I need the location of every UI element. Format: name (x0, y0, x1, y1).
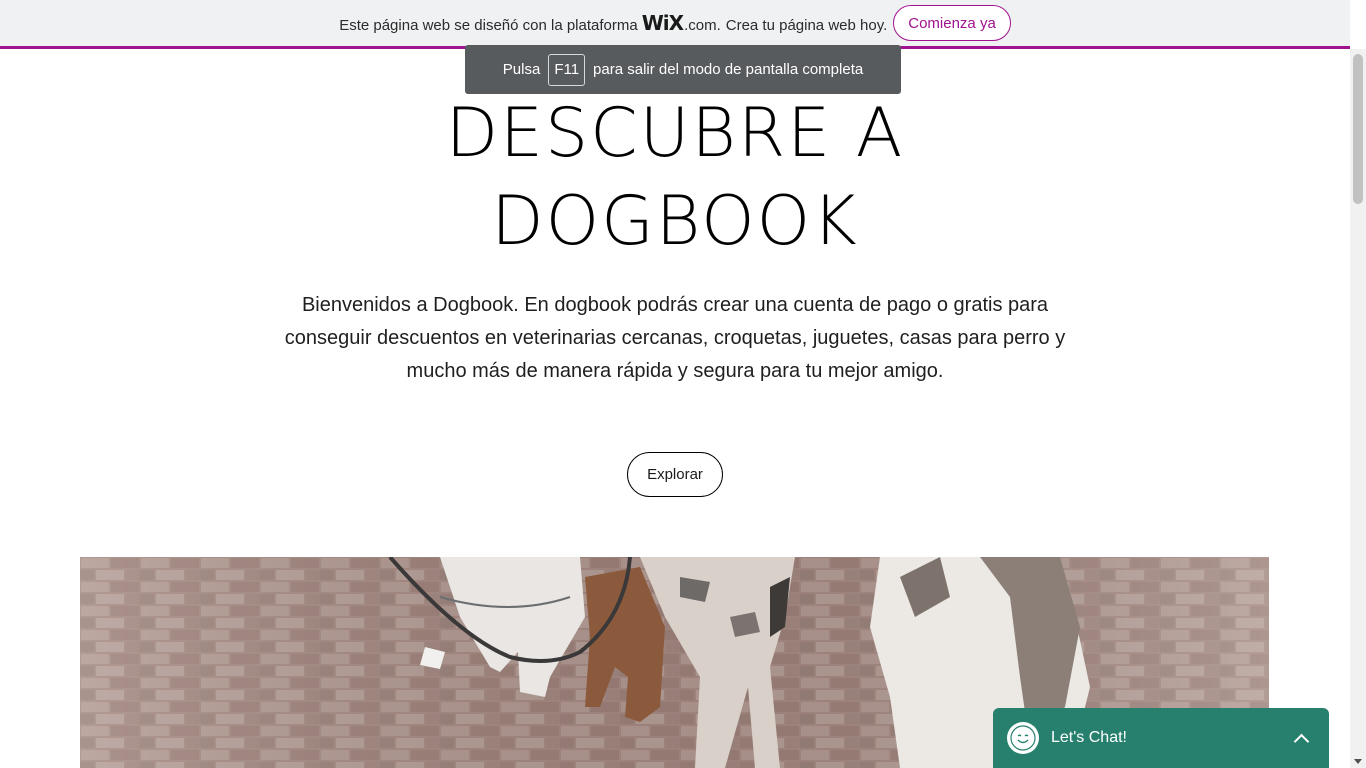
start-now-button[interactable]: Comienza ya (893, 5, 1011, 41)
chat-label: Let's Chat! (1051, 729, 1127, 746)
toast-suffix: para salir del modo de pantalla completa (593, 61, 864, 78)
wix-promo-message: Este página web se diseñó con la platafo… (339, 11, 887, 35)
smiley-icon (1007, 722, 1039, 754)
scrollbar-thumb[interactable] (1353, 54, 1363, 204)
wix-promo-banner: Este página web se diseñó con la platafo… (0, 0, 1350, 49)
hero-description: Bienvenidos a Dogbook. En dogbook podrás… (284, 294, 1066, 382)
wix-promo-text-end: Crea tu página web hoy. (725, 17, 888, 34)
wix-logo: WiX (641, 11, 684, 35)
chat-widget[interactable]: Let's Chat! (993, 708, 1329, 768)
fullscreen-exit-toast: Pulsa F11 para salir del modo de pantall… (465, 45, 901, 94)
toast-prefix: Pulsa (502, 61, 541, 78)
hero-title-line1: DESCUBRE A (445, 94, 905, 173)
wix-domain-text: .com. (684, 17, 721, 34)
f11-key-badge: F11 (548, 53, 586, 86)
hero-title-line2: DOGBOOK (491, 182, 859, 261)
chevron-up-icon[interactable] (1293, 733, 1310, 749)
hero-title: DESCUBRE A DOGBOOK (0, 90, 1350, 266)
scroll-down-arrow-icon[interactable] (1354, 759, 1362, 764)
page-scrollbar[interactable] (1350, 49, 1366, 768)
explore-button[interactable]: Explorar (627, 452, 723, 497)
wix-promo-text-start: Este página web se diseñó con la platafo… (339, 17, 638, 34)
